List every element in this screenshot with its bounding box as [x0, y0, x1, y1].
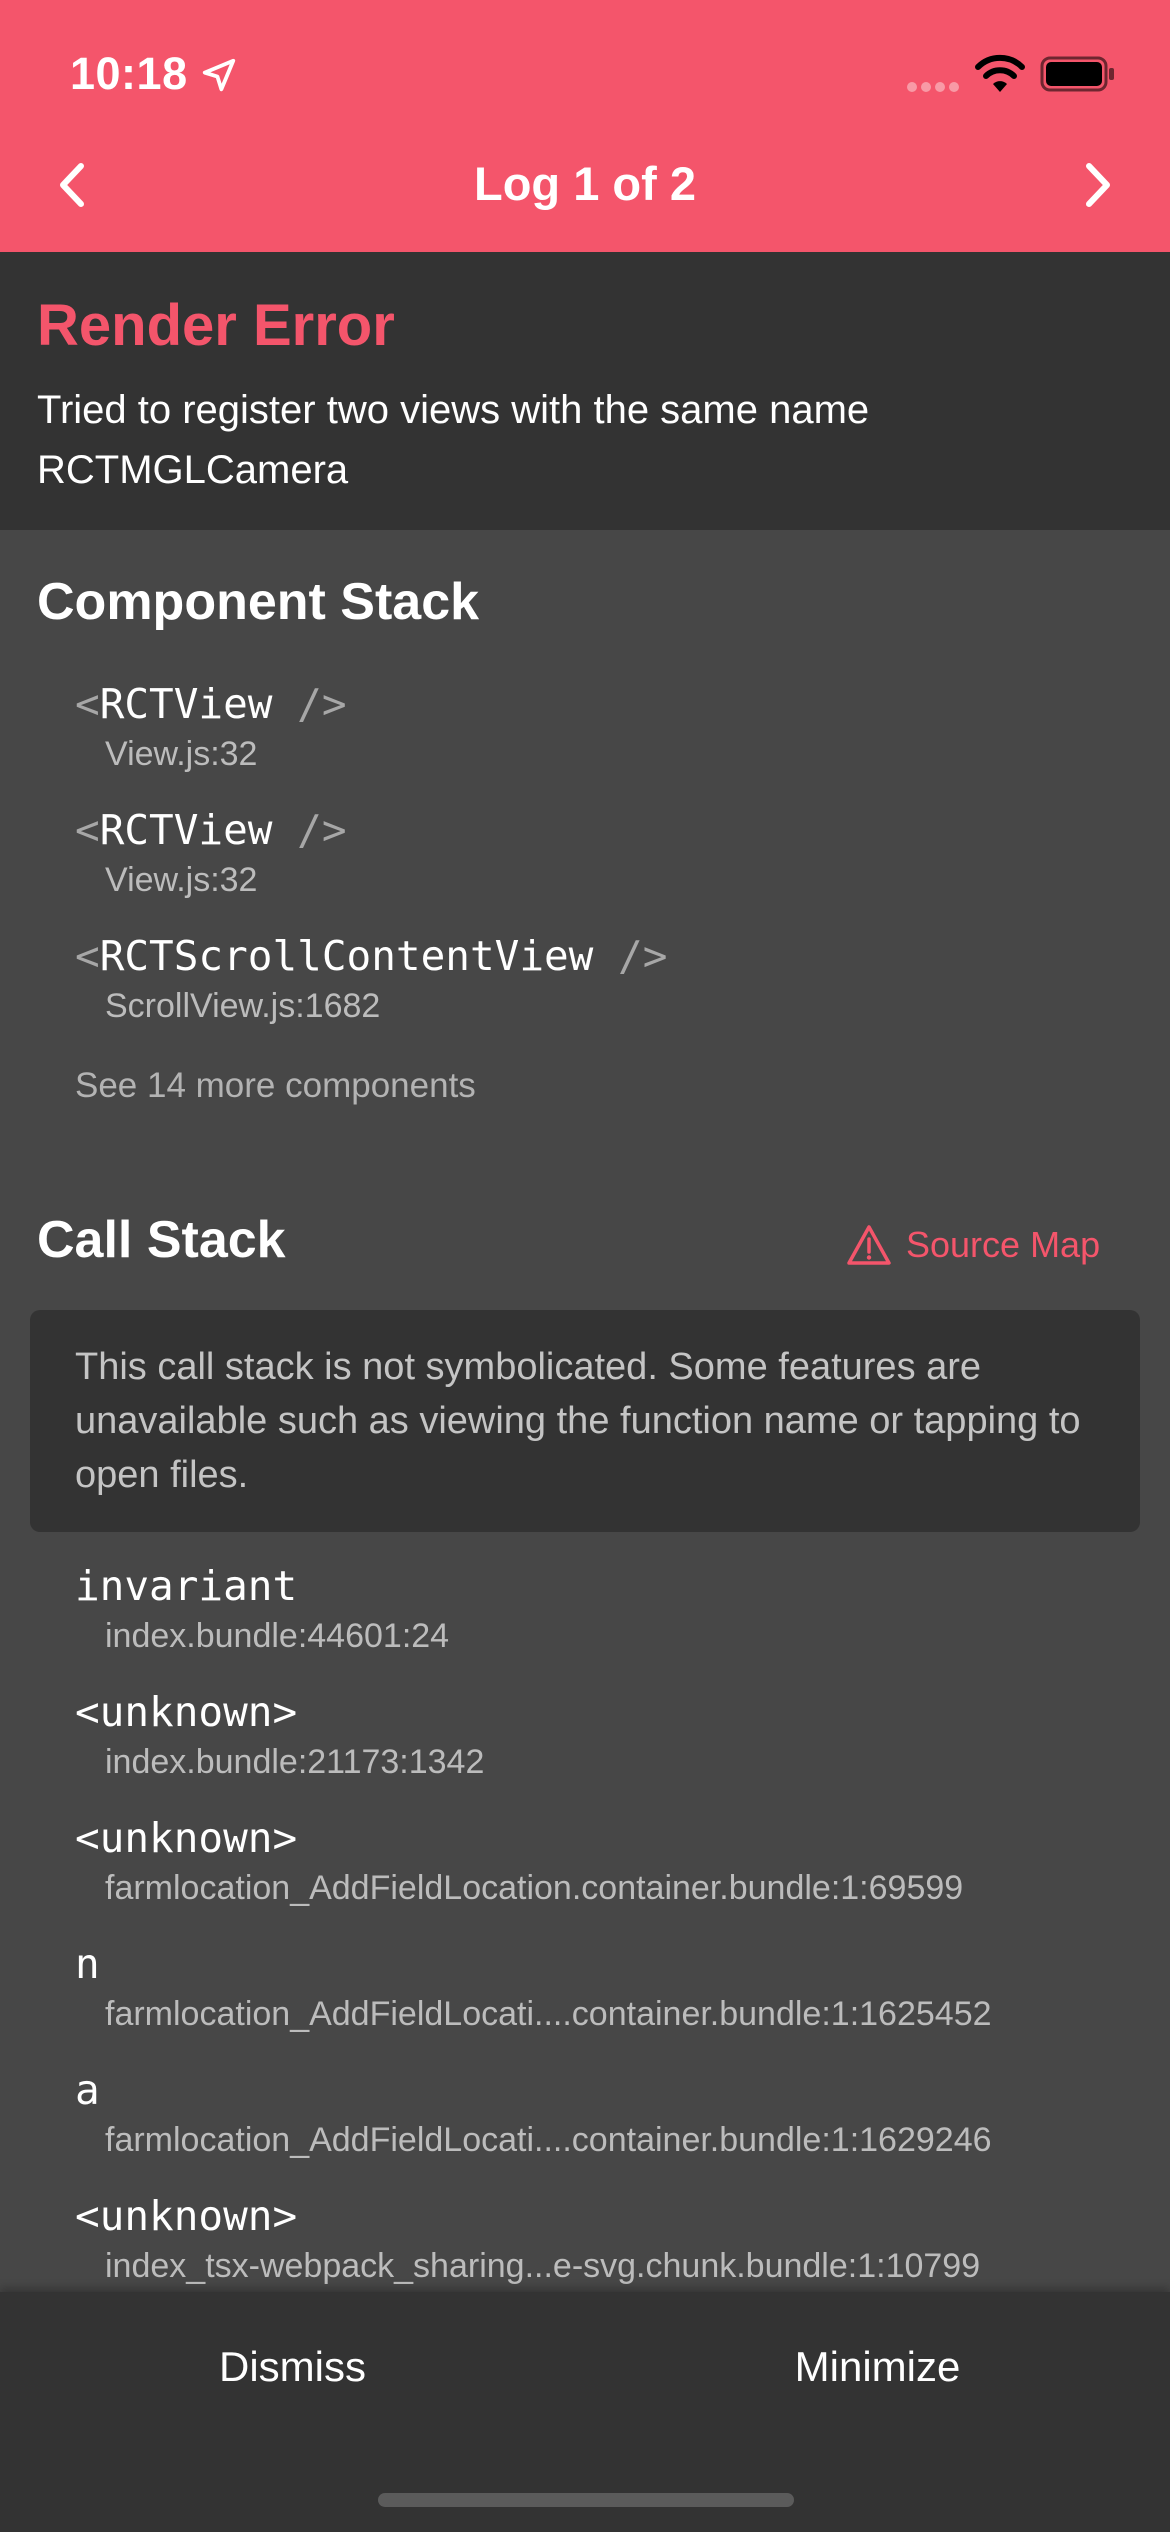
next-log-button[interactable]: [1068, 150, 1128, 220]
battery-icon: [1040, 56, 1114, 92]
call-stack-frame[interactable]: <unknown> farmlocation_AddFieldLocation.…: [75, 1812, 963, 1910]
frame-location: index_tsx-webpack_sharing...e-svg.chunk.…: [105, 2247, 981, 2285]
home-indicator[interactable]: [378, 2493, 794, 2507]
component-frame[interactable]: <RCTView /> View.js:32: [75, 804, 347, 902]
cellular-signal-icon: [907, 82, 959, 92]
frame-location: farmlocation_AddFieldLocati....container…: [105, 2121, 992, 2159]
dismiss-button[interactable]: Dismiss: [0, 2292, 585, 2442]
frame-location: farmlocation_AddFieldLocation.container.…: [105, 1869, 964, 1907]
frame-function-name: <unknown>: [75, 1814, 298, 1862]
warning-triangle-icon: [847, 1225, 891, 1265]
call-stack-frame[interactable]: n farmlocation_AddFieldLocati....contain…: [75, 1938, 992, 2036]
symbolication-notice: This call stack is not symbolicated. Som…: [30, 1310, 1140, 1532]
component-stack-title: Component Stack: [37, 573, 480, 631]
frame-function-name: <unknown>: [75, 2192, 298, 2240]
source-map-label: Source Map: [906, 1224, 1101, 1265]
source-map-button[interactable]: Source Map: [846, 1218, 1100, 1272]
chevron-right-icon: [1086, 163, 1110, 207]
wifi-icon: [975, 54, 1025, 92]
call-stack-frame[interactable]: <unknown> index.bundle:21173:1342: [75, 1686, 484, 1784]
frame-function-name: a: [75, 2066, 100, 2114]
component-name: RCTView: [99, 680, 273, 728]
error-title: Render Error: [37, 293, 395, 358]
status-time: 10:18: [70, 48, 188, 99]
frame-function-name: invariant: [75, 1562, 298, 1610]
header: 10:18 Log 1 of 2: [0, 0, 1170, 252]
frame-function-name: n: [75, 1940, 100, 1988]
call-stack-frame[interactable]: <unknown> index_tsx-webpack_sharing...e-…: [75, 2190, 980, 2288]
component-frame[interactable]: <RCTView /> View.js:32: [75, 678, 347, 776]
log-counter-title: Log 1 of 2: [474, 157, 696, 210]
frame-location: farmlocation_AddFieldLocati....container…: [105, 1995, 992, 2033]
error-message: Tried to register two views with the sam…: [37, 388, 870, 492]
component-location: ScrollView.js:1682: [105, 987, 381, 1025]
frame-location: index.bundle:21173:1342: [105, 1743, 485, 1781]
log-box-screen: 10:18 Log 1 of 2 Render Error Tried to r…: [0, 0, 1170, 2532]
error-summary: Render Error Tried to register two views…: [0, 252, 1170, 530]
call-stack-title: Call Stack: [37, 1211, 286, 1269]
call-stack-frame[interactable]: a farmlocation_AddFieldLocati....contain…: [75, 2064, 992, 2162]
component-frame[interactable]: <RCTScrollContentView /> ScrollView.js:1…: [75, 930, 667, 1028]
frame-location: index.bundle:44601:24: [105, 1617, 450, 1655]
minimize-button[interactable]: Minimize: [585, 2292, 1170, 2442]
component-location: View.js:32: [105, 861, 258, 899]
see-more-components-link[interactable]: See 14 more components: [75, 1066, 476, 1106]
component-location: View.js:32: [105, 735, 258, 773]
frame-function-name: <unknown>: [75, 1688, 298, 1736]
component-name: RCTScrollContentView: [99, 932, 594, 980]
component-name: RCTView: [99, 806, 273, 854]
location-arrow-icon: [202, 58, 236, 92]
call-stack-frame[interactable]: invariant index.bundle:44601:24: [75, 1560, 449, 1658]
